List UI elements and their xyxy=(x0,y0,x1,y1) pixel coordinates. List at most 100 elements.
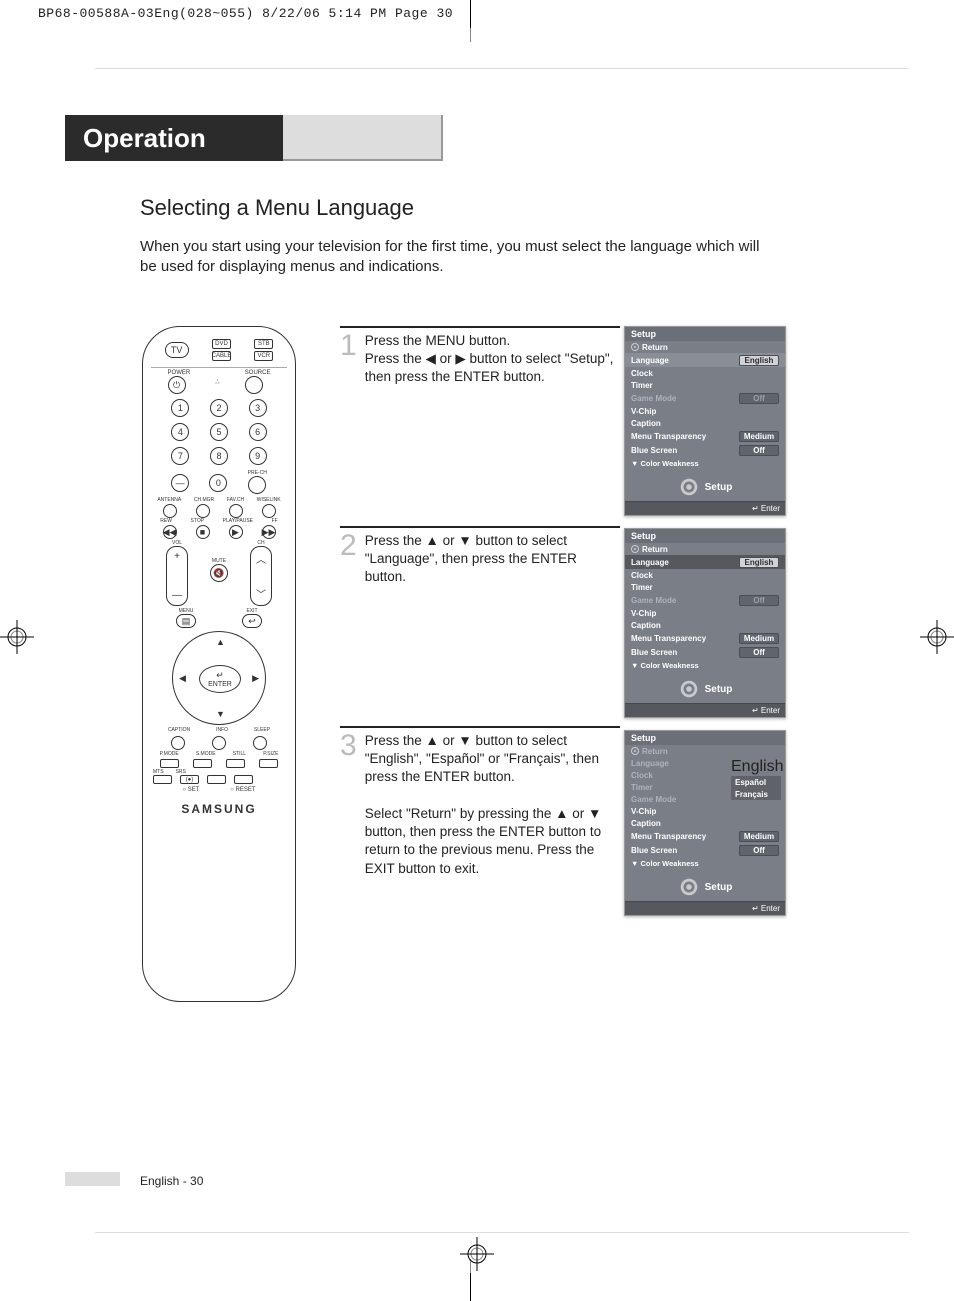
footer-label: Setup xyxy=(705,482,733,493)
blue-value: Off xyxy=(739,445,779,456)
caption-label: CAPTION xyxy=(168,728,190,733)
power-label: POWER xyxy=(168,370,191,376)
source-label: SOURCE xyxy=(245,370,271,376)
psize-label: P.SIZE xyxy=(263,752,278,757)
reset-label: RESET xyxy=(236,787,256,793)
enter-hint: ↵ Enter xyxy=(625,901,785,915)
transp-value: Medium xyxy=(739,831,779,842)
antenna-label: ANTENNA xyxy=(157,498,181,503)
transparency-row: Menu TransparencyMedium xyxy=(625,429,785,443)
stb-button: STB xyxy=(254,339,273,349)
stop-label: STOP xyxy=(191,519,205,524)
sleep-label: SLEEP xyxy=(254,728,270,733)
print-header: BP68-00588A-03Eng(028~055) 8/22/06 5:14 … xyxy=(38,6,453,21)
gear-icon xyxy=(678,476,700,498)
lang-option-espanol: Español xyxy=(731,776,781,788)
vchip-row: V-Chip xyxy=(625,607,785,619)
rew-label: REW xyxy=(160,519,172,524)
menu-screenshots-column: Setup Return LanguageEnglish Clock Timer… xyxy=(624,326,786,917)
vol-label: VOL xyxy=(166,541,188,546)
power-button: ⏻ xyxy=(168,376,186,394)
blue-value: Off xyxy=(739,647,779,658)
menu-title: Setup xyxy=(625,731,785,745)
exit-button: ↩ xyxy=(242,614,262,628)
crop-mark xyxy=(470,1273,471,1301)
dpad: ▲ ◀ ▶ ▼ ↵ENTER xyxy=(172,631,266,725)
page-footer: English - 30 xyxy=(140,1174,203,1188)
registration-mark-right xyxy=(920,620,954,654)
vol-down: — xyxy=(172,590,182,601)
step-text: Press the ▲ or ▼ button to select "Langu… xyxy=(365,532,620,726)
smode-label: S.MODE xyxy=(196,752,216,757)
still-button xyxy=(226,759,245,768)
section-title-shadow xyxy=(283,115,443,161)
return-row: Return xyxy=(625,745,785,757)
step-text: Press the ▲ or ▼ button to select "Engli… xyxy=(365,732,620,878)
language-dropdown: English Español Français xyxy=(731,758,781,800)
caption-button xyxy=(171,736,185,750)
pmode-button xyxy=(160,759,179,768)
psize-button xyxy=(259,759,278,768)
color-weakness-row: ▼ Color Weakness xyxy=(625,457,785,469)
setup-menu-1: Setup Return LanguageEnglish Clock Timer… xyxy=(624,326,786,516)
color-weakness-row: ▼ Color Weakness xyxy=(625,659,785,671)
favch-label: FAV.CH xyxy=(227,498,244,503)
setup-menu-3: Setup Return Language Clock Timer Game M… xyxy=(624,730,786,916)
antenna-button xyxy=(163,504,177,518)
chmgr-label: CH.MGR xyxy=(194,498,214,503)
return-icon xyxy=(631,343,639,351)
game-mode-row: Game ModeOff xyxy=(625,593,785,607)
menu-footer: Setup ↵ Enter xyxy=(625,869,785,915)
caption-row: Caption xyxy=(625,817,785,829)
stop-button: ■ xyxy=(196,525,210,539)
transparency-row: Menu TransparencyMedium xyxy=(625,829,785,843)
game-value: Off xyxy=(739,595,779,606)
still-label: STILL xyxy=(233,752,246,757)
lang-option-francais: Français xyxy=(731,788,781,800)
language-row-selected: LanguageEnglish xyxy=(625,555,785,569)
key-5: 5 xyxy=(210,423,228,441)
step-number: 1 xyxy=(340,332,357,526)
menu-title: Setup xyxy=(625,327,785,341)
clock-row: Clock xyxy=(625,569,785,581)
exit-label: EXIT xyxy=(242,609,262,614)
wiselink-label: WISELINK xyxy=(257,498,281,503)
key-6: 6 xyxy=(249,423,267,441)
color-weakness-row: ▼ Color Weakness xyxy=(625,857,785,869)
crop-guide xyxy=(95,68,909,69)
blue-value: Off xyxy=(739,845,779,856)
footer-label: Setup xyxy=(705,684,733,695)
vol-rocker: +— xyxy=(166,546,188,606)
play-button: ▶ xyxy=(229,525,243,539)
footer-label: Setup xyxy=(705,882,733,893)
rew-button: ◀◀ xyxy=(163,525,177,539)
blank-button-1 xyxy=(207,775,226,784)
step-3: 3 Press the ▲ or ▼ button to select "Eng… xyxy=(340,726,620,878)
dpad-left: ◀ xyxy=(179,673,186,684)
game-mode-row: Game ModeOff xyxy=(625,391,785,405)
vol-up: + xyxy=(174,551,180,562)
brand-label: SAMSUNG xyxy=(143,802,295,816)
key-2: 2 xyxy=(210,399,228,417)
key-3: 3 xyxy=(249,399,267,417)
gear-icon xyxy=(678,876,700,898)
return-row: Return xyxy=(625,543,785,555)
menu-footer: Setup ↵ Enter xyxy=(625,671,785,717)
cable-button: CABLE xyxy=(212,351,231,361)
section-title-block: Operation xyxy=(65,115,443,161)
dpad-up: ▲ xyxy=(216,637,225,647)
menu-footer: Setup ↵ Enter xyxy=(625,469,785,515)
enter-hint: ↵ Enter xyxy=(625,501,785,515)
wiselink-button xyxy=(262,504,276,518)
language-value: English xyxy=(739,557,779,568)
setup-menu-2: Setup Return LanguageEnglish Clock Timer… xyxy=(624,528,786,718)
key-7: 7 xyxy=(171,447,189,465)
vchip-row: V-Chip xyxy=(625,405,785,417)
blue-screen-row: Blue ScreenOff xyxy=(625,843,785,857)
step-number: 3 xyxy=(340,732,357,878)
ff-label: FF xyxy=(272,519,278,524)
registration-mark-left xyxy=(0,620,34,654)
ch-rocker: ︿﹀ xyxy=(250,546,272,606)
game-value: Off xyxy=(739,393,779,404)
dash-button: — xyxy=(171,474,189,492)
